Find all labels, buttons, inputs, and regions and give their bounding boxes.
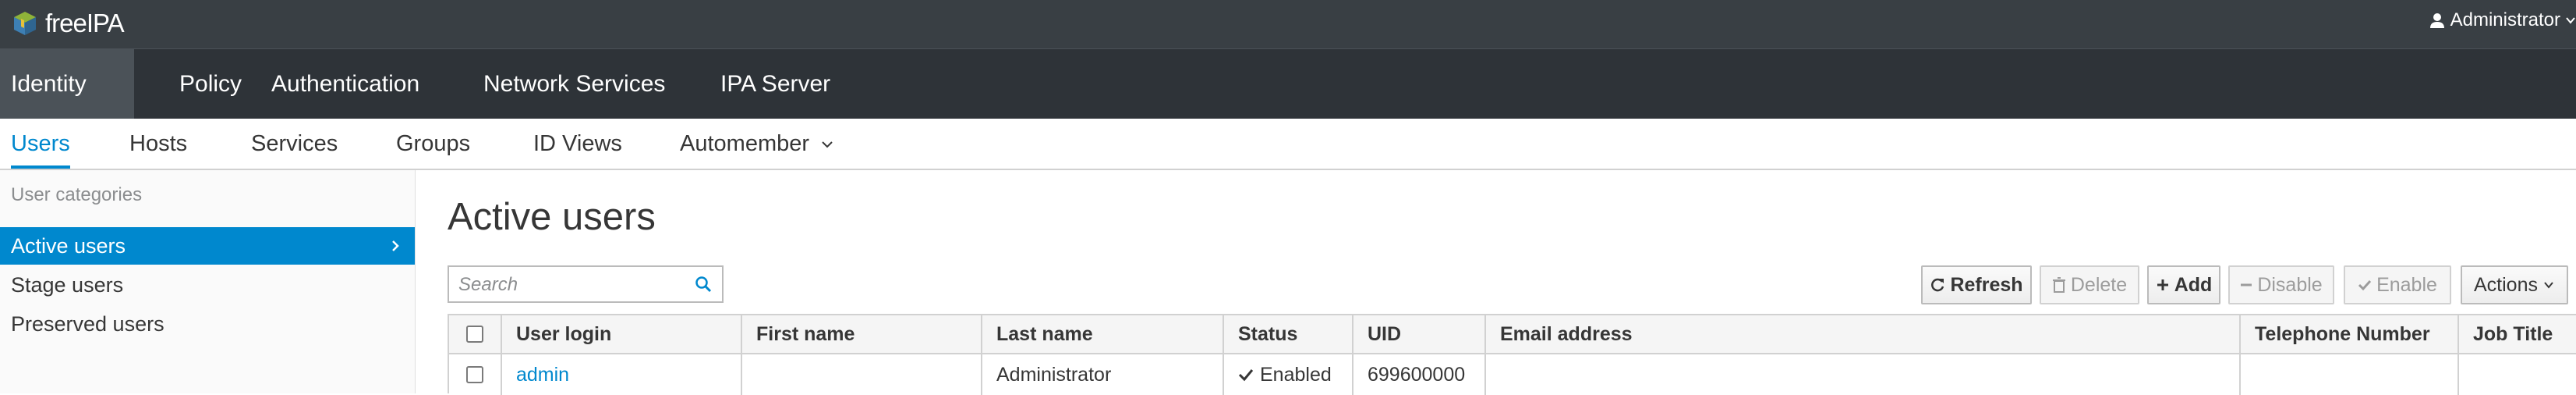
caret-down-icon: [2566, 17, 2575, 24]
user-login-link[interactable]: admin: [516, 364, 569, 386]
enable-label: Enable: [2376, 273, 2437, 296]
cell-last-name: Administrator: [982, 354, 1224, 395]
cell-telephone: [2241, 354, 2459, 395]
select-all-cell: [449, 315, 502, 353]
sidebar-item-active-users[interactable]: Active users: [0, 227, 415, 265]
refresh-button[interactable]: Refresh: [1921, 265, 2032, 304]
top-bar: freeIPA Administrator: [0, 0, 2576, 48]
cell-status: Enabled: [1224, 354, 1353, 395]
nav-identity[interactable]: Identity: [0, 49, 134, 119]
table-header: User login First name Last name Status U…: [449, 315, 2576, 354]
brand-name: freeIPA: [45, 9, 125, 37]
trash-icon: [2052, 277, 2065, 293]
delete-button[interactable]: Delete: [2040, 265, 2139, 304]
sidebar-item-label: Stage users: [11, 273, 124, 297]
col-email[interactable]: Email address: [1486, 315, 2241, 353]
delete-label: Delete: [2070, 273, 2128, 296]
actions-label: Actions: [2474, 273, 2538, 296]
add-button[interactable]: Add: [2147, 265, 2220, 304]
sidebar-heading: User categories: [11, 184, 143, 205]
search-input[interactable]: [449, 267, 694, 303]
tab-hosts[interactable]: Hosts: [129, 119, 187, 169]
row-checkbox[interactable]: [466, 366, 483, 383]
actions-button[interactable]: Actions: [2461, 265, 2568, 304]
brand[interactable]: freeIPA: [11, 6, 125, 41]
table-row: admin Administrator Enabled 699600000: [449, 354, 2576, 395]
refresh-label: Refresh: [1950, 273, 2023, 296]
col-job-title[interactable]: Job Title: [2459, 315, 2576, 353]
sidebar: User categories Active users Stage users…: [0, 170, 416, 393]
cell-user-login: admin: [502, 354, 742, 395]
chevron-down-icon: [822, 141, 833, 148]
sidebar-item-stage-users[interactable]: Stage users: [0, 266, 415, 304]
nav-network-services[interactable]: Network Services: [472, 49, 676, 119]
primary-nav: Identity Policy Authentication Network S…: [0, 48, 2576, 119]
tab-services[interactable]: Services: [251, 119, 338, 169]
tab-id-views[interactable]: ID Views: [533, 119, 622, 169]
sidebar-item-label: Preserved users: [11, 312, 165, 336]
search-icon: [695, 276, 712, 293]
enable-button[interactable]: Enable: [2344, 265, 2451, 304]
col-first-name[interactable]: First name: [742, 315, 982, 353]
tab-automember-label: Automember: [680, 131, 810, 156]
caret-down-icon: [2544, 282, 2553, 289]
cell-job-title: [2459, 354, 2576, 395]
plus-icon: [2157, 279, 2168, 290]
tab-automember[interactable]: Automember: [680, 119, 834, 169]
search-button[interactable]: [685, 267, 722, 301]
disable-label: Disable: [2257, 273, 2323, 296]
col-status[interactable]: Status: [1224, 315, 1353, 353]
ipa-logo-icon: [14, 12, 36, 35]
page-title: Active users: [448, 196, 656, 238]
status-text: Enabled: [1260, 363, 1332, 386]
disable-button[interactable]: Disable: [2228, 265, 2334, 304]
search-box: [448, 265, 724, 303]
cell-first-name: [742, 354, 982, 395]
nav-authentication[interactable]: Authentication: [260, 49, 430, 119]
user-menu[interactable]: Administrator: [2429, 5, 2576, 36]
select-all-checkbox[interactable]: [466, 326, 483, 343]
secondary-nav: Users Hosts Services Groups ID Views Aut…: [0, 119, 2576, 170]
chevron-right-icon: [392, 240, 399, 251]
add-label: Add: [2174, 273, 2213, 296]
minus-icon: [2241, 283, 2252, 286]
cell-uid: 699600000: [1353, 354, 1486, 395]
tab-users[interactable]: Users: [11, 119, 70, 169]
col-user-login[interactable]: User login: [502, 315, 742, 353]
sidebar-item-preserved-users[interactable]: Preserved users: [0, 305, 415, 343]
row-select-cell: [449, 354, 502, 395]
col-last-name[interactable]: Last name: [982, 315, 1224, 353]
users-table: User login First name Last name Status U…: [448, 314, 2576, 395]
user-icon: [2429, 13, 2444, 28]
nav-policy[interactable]: Policy: [168, 49, 253, 119]
nav-ipa-server[interactable]: IPA Server: [709, 49, 841, 119]
tab-groups[interactable]: Groups: [396, 119, 470, 169]
refresh-icon: [1931, 278, 1944, 292]
user-menu-label: Administrator: [2450, 9, 2560, 30]
sidebar-item-label: Active users: [11, 234, 126, 258]
cell-email: [1486, 354, 2241, 395]
check-icon: [2358, 279, 2372, 291]
col-uid[interactable]: UID: [1353, 315, 1486, 353]
col-telephone[interactable]: Telephone Number: [2241, 315, 2459, 353]
check-icon: [1238, 369, 1254, 382]
